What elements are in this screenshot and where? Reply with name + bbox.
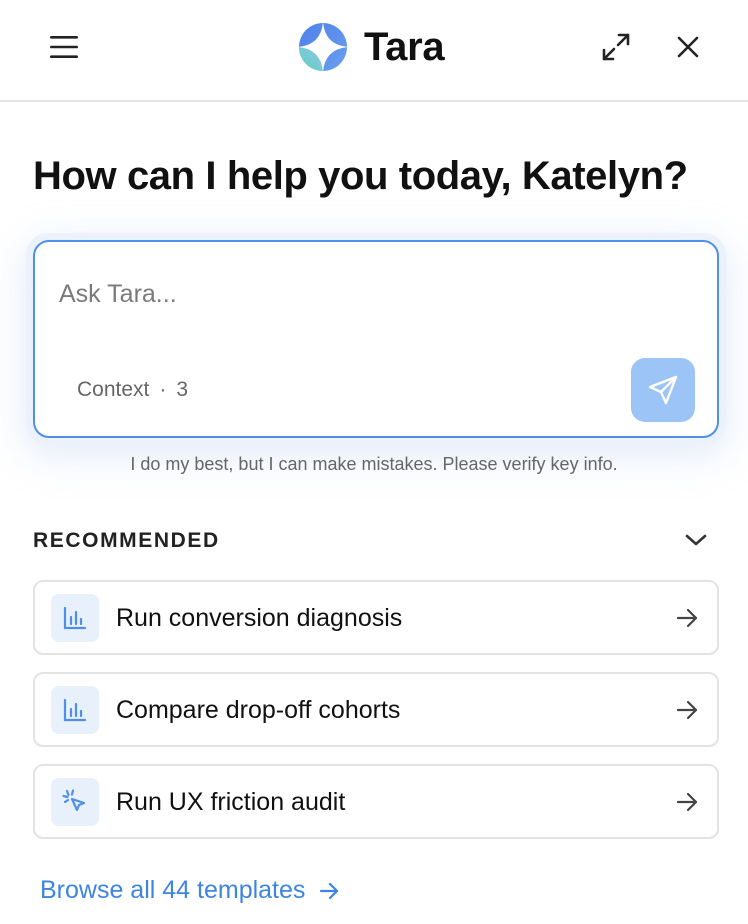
card-icon-tile [51, 594, 99, 642]
recommended-heading: RECOMMENDED [33, 529, 220, 552]
arrow-right-icon [675, 698, 699, 722]
ask-box[interactable]: Context · 3 [33, 240, 719, 438]
close-icon [677, 36, 699, 58]
bar-chart-icon [63, 698, 87, 722]
ask-input[interactable] [59, 280, 619, 309]
arrow-right-icon [675, 790, 699, 814]
header: Tara [0, 0, 748, 102]
card-icon-tile [51, 686, 99, 734]
chevron-down-icon [685, 534, 707, 546]
context-label: Context [77, 378, 150, 401]
recommended-item-conversion-diagnosis[interactable]: Run conversion diagnosis [33, 580, 719, 655]
context-selector[interactable]: Context · 3 [77, 378, 188, 402]
card-label: Compare drop-off cohorts [116, 696, 401, 724]
greeting-heading: How can I help you today, Katelyn? [33, 154, 688, 198]
assistant-panel: Tara How can I help you today, Katelyn? … [0, 0, 748, 924]
disclaimer-text: I do my best, but I can make mistakes. P… [130, 454, 618, 474]
hamburger-menu-icon [50, 36, 78, 58]
close-button[interactable] [664, 23, 712, 71]
recommended-item-ux-friction-audit[interactable]: Run UX friction audit [33, 764, 719, 839]
context-separator: · [159, 378, 167, 401]
expand-icon [602, 33, 630, 61]
cursor-click-icon [62, 789, 86, 812]
browse-templates-label: Browse all 44 templates [40, 876, 306, 904]
send-button[interactable] [631, 358, 695, 422]
context-count: 3 [176, 378, 189, 401]
app-title: Tara [364, 24, 445, 69]
menu-button[interactable] [40, 23, 88, 71]
card-label: Run UX friction audit [116, 788, 346, 816]
recommended-collapse-toggle[interactable] [680, 526, 712, 554]
card-label: Run conversion diagnosis [116, 604, 403, 632]
arrow-right-icon [675, 606, 699, 630]
expand-button[interactable] [592, 23, 640, 71]
tara-logo-icon [298, 22, 348, 72]
paper-plane-icon [648, 375, 678, 405]
brand: Tara [298, 22, 445, 72]
card-icon-tile [51, 778, 99, 826]
browse-templates-link[interactable]: Browse all 44 templates [40, 876, 339, 905]
bar-chart-icon [63, 606, 87, 630]
recommended-item-drop-off-cohorts[interactable]: Compare drop-off cohorts [33, 672, 719, 747]
arrow-right-icon [320, 882, 339, 899]
